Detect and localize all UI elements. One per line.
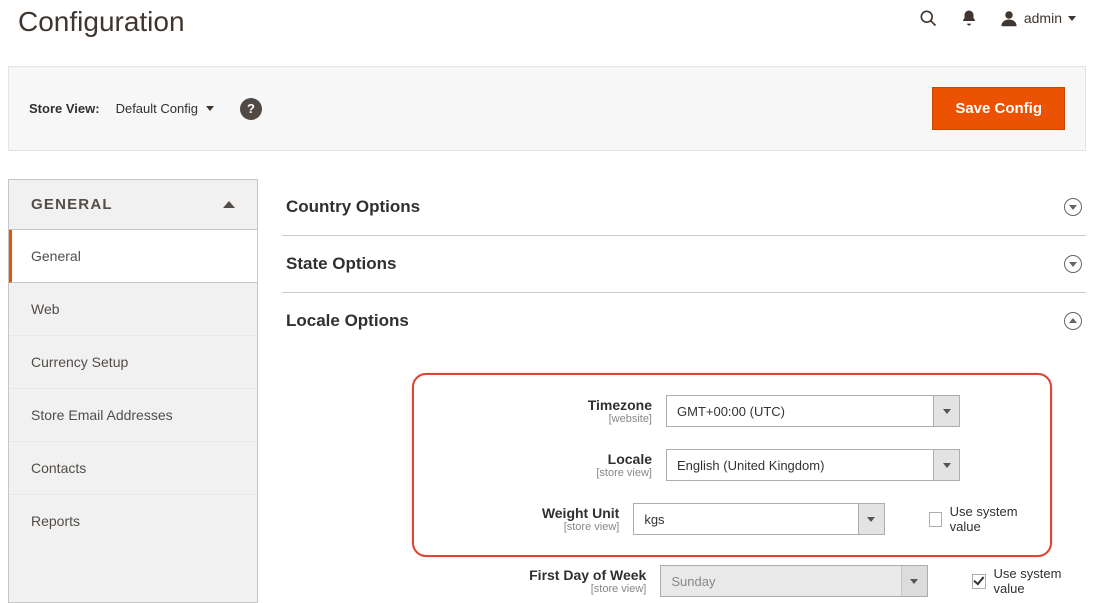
chevron-up-icon [223,201,235,208]
select-value: Sunday [661,574,900,589]
bell-icon[interactable] [960,8,978,28]
chevron-down-icon [933,396,959,426]
weight-unit-select[interactable]: kgs [633,503,884,535]
section-title: State Options [286,254,397,274]
chevron-down-icon [858,504,884,534]
sidebar-item-reports[interactable]: Reports [9,495,257,547]
collapse-icon [1064,312,1082,330]
use-system-value-checkbox[interactable]: Use system value [929,504,1036,534]
main-content: Country Options State Options Locale Opt… [282,179,1086,603]
field-scope: [store view] [428,467,652,480]
checkbox-label: Use system value [994,566,1086,596]
checkbox-checked-icon [972,574,986,589]
field-label: Timezone [588,397,652,413]
select-value: GMT+00:00 (UTC) [667,404,933,419]
section-title: Locale Options [286,311,409,331]
field-weight-unit: Weight Unit [store view] kgs Use system … [428,503,1036,535]
sidebar: GENERAL General Web Currency Setup Store… [8,179,258,603]
field-scope: [store view] [430,583,646,596]
first-day-select: Sunday [660,565,927,597]
chevron-down-icon [901,566,927,596]
sidebar-group-general[interactable]: GENERAL [9,180,257,230]
checkbox-label: Use system value [950,504,1036,534]
sidebar-group-label: GENERAL [31,196,113,213]
store-view-value: Default Config [116,101,198,116]
select-value: English (United Kingdom) [667,458,933,473]
sidebar-item-store-email[interactable]: Store Email Addresses [9,389,257,442]
field-label: Locale [608,451,652,467]
expand-icon [1064,255,1082,273]
sidebar-item-web[interactable]: Web [9,283,257,336]
sidebar-item-currency-setup[interactable]: Currency Setup [9,336,257,389]
account-label: admin [1024,10,1062,26]
field-label: Weight Unit [542,505,620,521]
account-menu[interactable]: admin [1000,9,1076,27]
chevron-down-icon [1068,16,1076,21]
field-timezone: Timezone [website] GMT+00:00 (UTC) [428,395,1036,427]
chevron-down-icon [206,106,214,111]
search-icon[interactable] [918,8,938,28]
timezone-select[interactable]: GMT+00:00 (UTC) [666,395,960,427]
store-view-label: Store View [29,101,100,116]
store-view-selector[interactable]: Default Config [116,101,214,116]
page-title: Configuration [18,6,918,38]
field-first-day-of-week: First Day of Week [store view] Sunday Us… [430,565,1086,597]
locale-select[interactable]: English (United Kingdom) [666,449,960,481]
expand-icon [1064,198,1082,216]
highlighted-region: Timezone [website] GMT+00:00 (UTC) Local… [412,373,1052,557]
toolbar: Store View Default Config ? Save Config [8,66,1086,151]
user-icon [1000,9,1018,27]
help-icon[interactable]: ? [240,98,262,120]
select-value: kgs [634,512,857,527]
field-label: First Day of Week [529,567,646,583]
chevron-down-icon [933,450,959,480]
section-locale-options[interactable]: Locale Options [282,293,1086,349]
use-system-value-checkbox[interactable]: Use system value [972,566,1086,596]
section-country-options[interactable]: Country Options [282,179,1086,236]
field-scope: [store view] [428,521,619,534]
field-scope: [website] [428,413,652,426]
checkbox-icon [929,512,942,527]
sidebar-item-general[interactable]: General [9,230,257,283]
section-state-options[interactable]: State Options [282,236,1086,293]
save-config-button[interactable]: Save Config [932,87,1065,130]
section-title: Country Options [286,197,420,217]
sidebar-item-contacts[interactable]: Contacts [9,442,257,495]
field-locale: Locale [store view] English (United King… [428,449,1036,481]
